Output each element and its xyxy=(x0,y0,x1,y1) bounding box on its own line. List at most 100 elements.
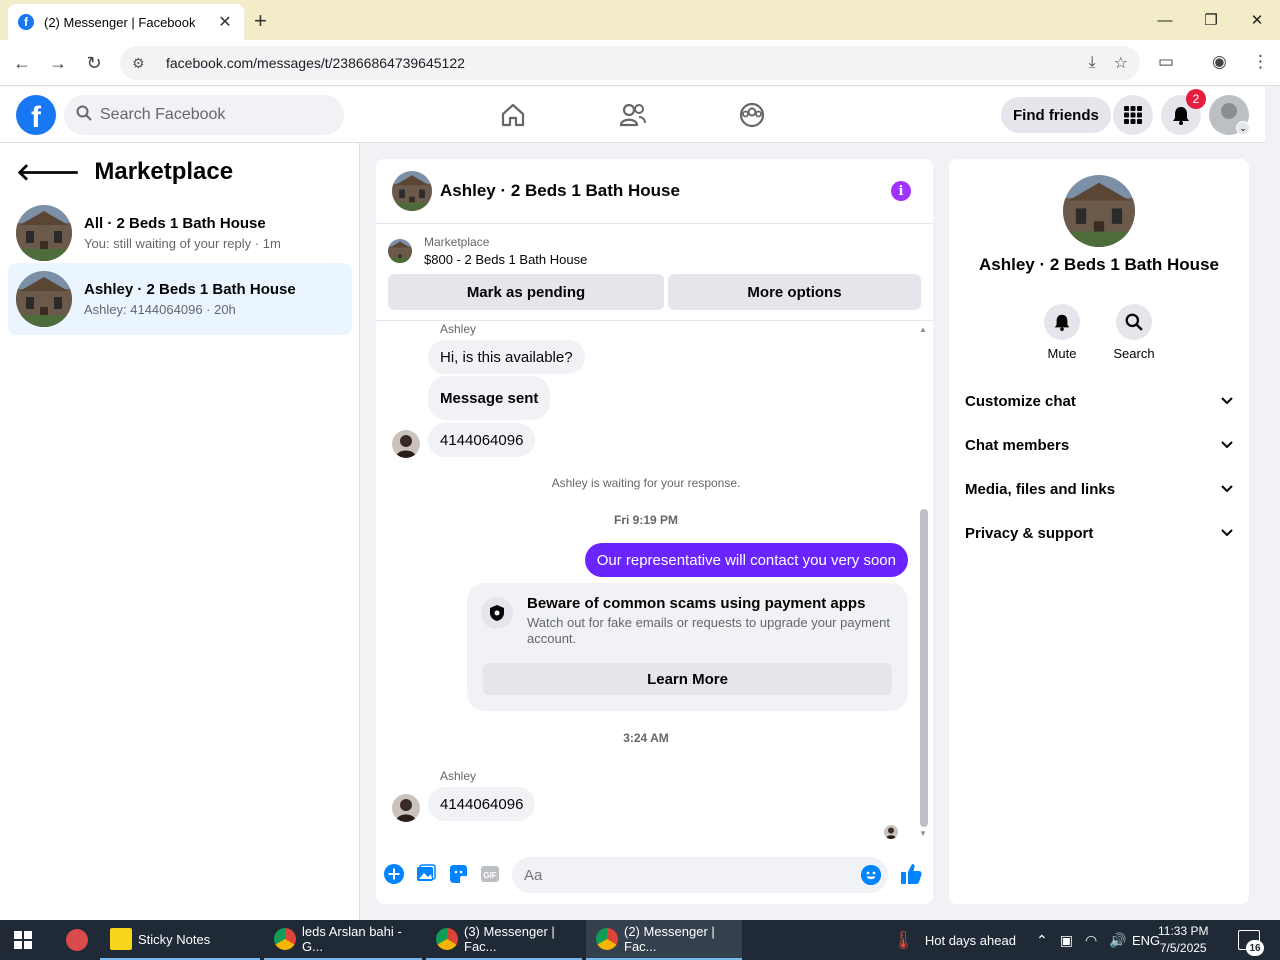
search-placeholder: Search Facebook xyxy=(100,106,226,123)
taskbar-sticky-notes[interactable]: Sticky Notes xyxy=(100,920,260,960)
clock[interactable]: 11:33 PM 7/5/2025 xyxy=(1158,923,1208,957)
customize-chat-row[interactable]: Customize chat xyxy=(965,379,1233,423)
back-arrow-icon[interactable]: 🡐 xyxy=(16,157,80,187)
scroll-up-arrow-icon[interactable]: ▲ xyxy=(919,325,927,334)
left-panel-title: 🡐 Marketplace xyxy=(16,157,233,187)
sticker-icon[interactable] xyxy=(447,863,469,885)
scrollbar-thumb[interactable] xyxy=(920,509,928,827)
timestamp: 3:24 AM xyxy=(623,731,669,745)
taskbar-chrome-window[interactable]: leds Arslan bahi - G... xyxy=(264,920,422,960)
search-button[interactable]: Search xyxy=(1104,304,1164,361)
friends-icon[interactable] xyxy=(613,99,653,131)
device-icon[interactable]: ▣ xyxy=(1060,932,1073,949)
taskbar-chrome-window[interactable]: (3) Messenger | Fac... xyxy=(426,920,582,960)
search-label: Search xyxy=(1113,346,1155,361)
emoji-icon[interactable] xyxy=(861,865,881,885)
close-window-icon[interactable]: ✕ xyxy=(1234,0,1280,40)
scam-warning-title: Beware of common scams using payment app… xyxy=(527,595,866,612)
outgoing-message[interactable]: Our representative will contact you very… xyxy=(584,543,908,577)
scroll-down-arrow-icon[interactable]: ▼ xyxy=(919,829,927,838)
incoming-message[interactable]: 4144064096 xyxy=(428,787,536,821)
language-indicator[interactable]: ENG xyxy=(1132,920,1160,960)
menu-grid-icon[interactable] xyxy=(1113,95,1153,135)
forward-icon[interactable]: → xyxy=(45,50,71,76)
chevron-up-icon[interactable]: ⌃ xyxy=(1036,932,1048,949)
weather-text: Hot days ahead xyxy=(924,932,1016,948)
windows-start-icon[interactable] xyxy=(14,931,32,949)
minimize-icon[interactable]: — xyxy=(1142,0,1188,40)
facebook-favicon-icon: f xyxy=(18,14,34,30)
clock-date: 7/5/2025 xyxy=(1159,941,1207,955)
window-controls: — ❐ ✕ xyxy=(1142,0,1280,40)
menu-dots-icon[interactable]: ⋮ xyxy=(1252,52,1269,72)
search-icon xyxy=(1116,304,1152,340)
facebook-search-input[interactable]: Search Facebook xyxy=(64,95,344,135)
thermometer-icon: 🌡 xyxy=(892,929,915,950)
mute-button[interactable]: Mute xyxy=(1032,304,1092,361)
like-thumb-icon[interactable] xyxy=(899,862,923,886)
incoming-message[interactable]: 4144064096 xyxy=(428,423,536,457)
info-icon[interactable]: i xyxy=(891,181,911,201)
restore-icon[interactable]: ❐ xyxy=(1188,0,1234,40)
gif-icon[interactable]: GIF xyxy=(479,863,501,885)
read-receipt-avatar xyxy=(884,825,898,839)
close-tab-icon[interactable]: ✕ xyxy=(216,12,234,32)
taskbar-chrome-window-active[interactable]: (2) Messenger | Fac... xyxy=(586,920,742,960)
more-options-button[interactable]: More options xyxy=(668,274,921,310)
url-text: facebook.com/messages/t/2386686473964512… xyxy=(166,55,465,71)
sender-avatar[interactable] xyxy=(392,794,420,822)
conversation-item[interactable]: All · 2 Beds 1 Bath House You: still wai… xyxy=(8,197,352,269)
incoming-message[interactable]: Hi, is this available? xyxy=(428,340,585,374)
house-thumbnail xyxy=(16,205,72,261)
privacy-support-row[interactable]: Privacy & support xyxy=(965,511,1233,555)
message-input[interactable] xyxy=(512,857,888,893)
scam-warning-body: Watch out for fake emails or requests to… xyxy=(527,615,890,646)
chat-members-row[interactable]: Chat members xyxy=(965,423,1233,467)
conversation-item-active[interactable]: Ashley · 2 Beds 1 Bath House Ashley: 414… xyxy=(8,263,352,335)
marketplace-listing[interactable]: Marketplace $800 - 2 Beds 1 Bath House xyxy=(388,235,587,267)
url-input[interactable]: ⚙ facebook.com/messages/t/23866864739645… xyxy=(120,46,1140,80)
reading-list-icon[interactable]: ▭ xyxy=(1158,52,1174,72)
mark-as-pending-button[interactable]: Mark as pending xyxy=(388,274,664,310)
back-icon[interactable]: ← xyxy=(9,50,35,76)
sender-avatar[interactable] xyxy=(392,430,420,458)
home-icon[interactable] xyxy=(493,99,533,131)
section-label: Chat members xyxy=(965,436,1070,454)
browser-tab[interactable]: f (2) Messenger | Facebook ✕ xyxy=(8,4,244,40)
tray-icons: ⌃ ▣ ◠ 🔊 xyxy=(1036,920,1139,960)
plus-circle-icon[interactable] xyxy=(383,863,405,885)
message-composer: GIF xyxy=(376,849,933,899)
find-friends-button[interactable]: Find friends xyxy=(1001,97,1111,133)
house-thumbnail[interactable] xyxy=(392,171,432,211)
incoming-message[interactable]: Message sent xyxy=(428,376,551,420)
conversation-preview: Ashley: 4144064096 · 20h xyxy=(84,302,236,317)
media-files-links-row[interactable]: Media, files and links xyxy=(965,467,1233,511)
chrome-icon xyxy=(274,928,296,950)
volume-icon[interactable]: 🔊 xyxy=(1109,932,1126,949)
search-icon xyxy=(76,105,92,126)
message-list[interactable]: Ashley Hi, is this available? Message se… xyxy=(376,321,933,841)
new-tab-icon[interactable]: + xyxy=(254,8,267,34)
weather-widget[interactable]: 🌡 Hot days ahead xyxy=(892,920,1016,960)
scam-warning-card: Beware of common scams using payment app… xyxy=(467,583,908,711)
app-icon xyxy=(66,929,88,951)
photo-icon[interactable] xyxy=(415,863,437,885)
house-profile-image[interactable] xyxy=(1063,175,1135,247)
profile-icon[interactable]: ◉ xyxy=(1212,52,1227,72)
wifi-icon[interactable]: ◠ xyxy=(1085,932,1097,949)
page-scrollbar[interactable] xyxy=(1265,87,1280,920)
chat-title[interactable]: Ashley · 2 Beds 1 Bath House xyxy=(440,181,680,201)
site-settings-icon[interactable]: ⚙ xyxy=(132,55,152,72)
learn-more-button[interactable]: Learn More xyxy=(483,663,892,695)
chevron-down-icon xyxy=(1221,394,1233,408)
groups-icon[interactable] xyxy=(732,99,772,131)
chevron-down-icon[interactable]: ⌄ xyxy=(1236,121,1250,135)
reload-icon[interactable]: ↻ xyxy=(81,50,107,76)
facebook-logo-icon[interactable]: f xyxy=(16,95,56,135)
install-app-icon[interactable]: ⤓ xyxy=(1089,54,1096,72)
taskbar-label: (3) Messenger | Fac... xyxy=(464,924,555,954)
bookmark-star-icon[interactable]: ☆ xyxy=(1114,53,1128,73)
taskbar-app-icon[interactable] xyxy=(56,920,96,960)
sender-name: Ashley xyxy=(440,769,477,783)
bell-icon xyxy=(1044,304,1080,340)
